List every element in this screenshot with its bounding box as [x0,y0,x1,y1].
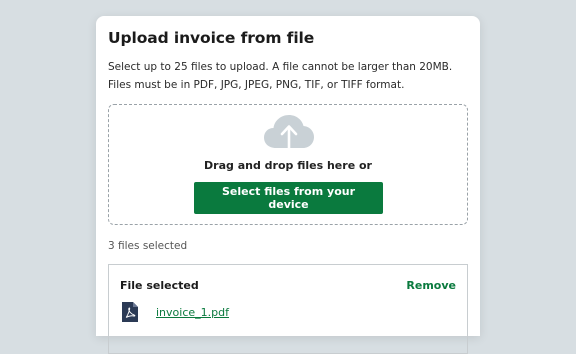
upload-invoice-modal: Upload invoice from file Select up to 25… [96,16,480,354]
description-line-1: Select up to 25 files to upload. A file … [108,61,453,73]
cloud-upload-icon [264,115,314,150]
selected-file-card: File selected Remove invoice_1.pdf [108,264,468,354]
file-dropzone[interactable]: Drag and drop files here or Select files… [108,104,468,225]
modal-title: Upload invoice from file [108,29,315,47]
files-selected-count: 3 files selected [108,240,188,252]
remove-file-button[interactable]: Remove [406,279,456,292]
file-name-link[interactable]: invoice_1.pdf [156,306,229,319]
select-files-button[interactable]: Select files from your device [194,182,383,214]
file-selected-heading: File selected [120,279,199,292]
drag-and-drop-text: Drag and drop files here or [204,159,372,172]
description-line-2: Files must be in PDF, JPG, JPEG, PNG, TI… [108,79,405,91]
modal-description: Select up to 25 files to upload. A file … [108,58,468,94]
